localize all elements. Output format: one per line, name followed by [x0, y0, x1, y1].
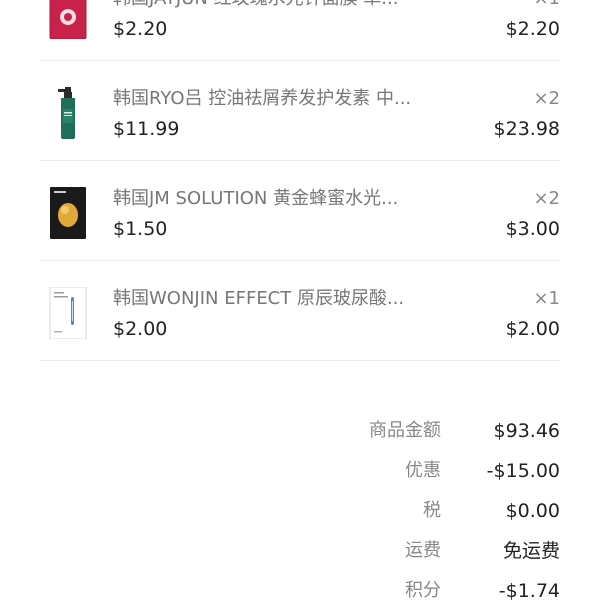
item-name: 韩国RYO吕 控油祛屑养发护发素 中... — [113, 88, 412, 109]
summary-row-shipping: 运费 免运费 — [0, 538, 600, 578]
order-item[interactable]: 韩国JAYJUN 红玫瑰水光针面膜 单... ×1 $2.20 $2.20 — [40, 0, 560, 61]
item-name: 韩国JM SOLUTION 黄金蜂蜜水光... — [113, 188, 399, 209]
summary-row-points: 积分 -$1.74 — [0, 578, 600, 600]
discount-value: -$15.00 — [486, 460, 560, 482]
goods-amount-label: 商品金额 — [369, 420, 441, 441]
summary-row-tax: 税 $0.00 — [0, 498, 600, 538]
discount-label: 优惠 — [405, 460, 441, 481]
black-honey-mask-pack-icon — [50, 187, 86, 239]
item-unit-price: $2.00 — [113, 318, 168, 340]
item-unit-price: $1.50 — [113, 218, 168, 240]
red-face-mask-pack-icon — [49, 0, 87, 39]
white-hyaluronic-mask-pack-icon — [49, 287, 87, 339]
shipping-value: 免运费 — [502, 540, 560, 562]
summary-row-discount: 优惠 -$15.00 — [0, 458, 600, 498]
item-quantity: ×1 — [533, 288, 560, 309]
item-unit-price: $2.20 — [113, 18, 168, 40]
item-subtotal: $2.00 — [505, 318, 560, 340]
item-unit-price: $11.99 — [113, 118, 180, 140]
order-item[interactable]: 韩国JM SOLUTION 黄金蜂蜜水光... ×2 $1.50 $3.00 — [40, 161, 560, 261]
tax-label: 税 — [423, 500, 441, 521]
tax-value: $0.00 — [505, 500, 560, 522]
item-name: 韩国JAYJUN 红玫瑰水光针面膜 单... — [113, 0, 443, 11]
order-item[interactable]: 韩国RYO吕 控油祛屑养发护发素 中... ×2 $11.99 $23.98 — [40, 61, 560, 161]
item-name: 韩国WONJIN EFFECT 原辰玻尿酸... — [113, 288, 405, 309]
shipping-label: 运费 — [405, 540, 441, 561]
order-confirmation-screen: 韩国JAYJUN 红玫瑰水光针面膜 单... ×1 $2.20 $2.20 韩国… — [0, 0, 600, 600]
points-label: 积分 — [405, 580, 441, 600]
points-value: -$1.74 — [498, 580, 560, 600]
item-subtotal: $23.98 — [493, 118, 560, 140]
price-summary: 商品金额 $93.46 优惠 -$15.00 税 $0.00 运费 免运费 积分… — [0, 418, 600, 600]
item-quantity: ×1 — [533, 0, 560, 11]
item-quantity: ×2 — [533, 88, 560, 109]
item-subtotal: $2.20 — [505, 18, 560, 40]
goods-amount-value: $93.46 — [493, 420, 560, 442]
item-subtotal: $3.00 — [505, 218, 560, 240]
order-item[interactable]: 韩国WONJIN EFFECT 原辰玻尿酸... ×1 $2.00 $2.00 — [40, 261, 560, 361]
green-shampoo-bottle-icon — [58, 87, 76, 139]
summary-row-goods-amount: 商品金额 $93.46 — [0, 418, 600, 458]
item-quantity: ×2 — [533, 188, 560, 209]
order-item-list: 韩国JAYJUN 红玫瑰水光针面膜 单... ×1 $2.20 $2.20 韩国… — [0, 0, 600, 361]
